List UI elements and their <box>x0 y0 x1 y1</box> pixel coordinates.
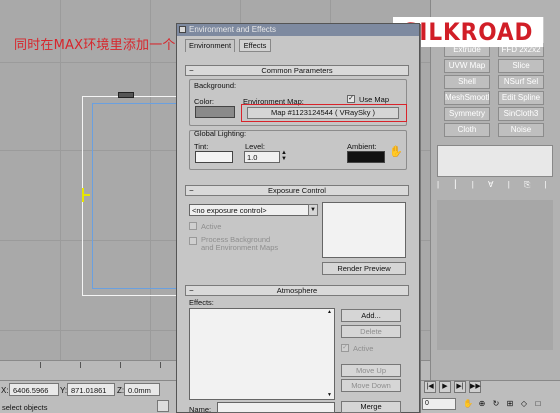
move-up-button[interactable]: Move Up <box>341 364 401 377</box>
tab-environment[interactable]: Environment <box>185 39 235 52</box>
play-icon[interactable]: ▶ <box>439 381 451 393</box>
modifier-button[interactable]: Noise <box>498 123 544 137</box>
exposure-active-checkbox[interactable] <box>189 222 197 230</box>
merge-button[interactable]: Merge <box>341 401 401 413</box>
field-of-view-icon[interactable]: ◇ <box>518 398 530 410</box>
timeline-tick <box>160 362 161 368</box>
use-map-label: Use Map <box>359 95 390 104</box>
modifier-button[interactable]: MeshSmooth <box>444 91 490 105</box>
highlight-box <box>241 104 407 122</box>
level-label: Level: <box>245 142 266 151</box>
orbit-icon[interactable]: ↻ <box>490 398 502 410</box>
x-label: X: <box>1 386 9 395</box>
rollout-title: Atmosphere <box>276 286 318 295</box>
z-coordinate-field[interactable]: 0.0mm <box>124 383 160 396</box>
modifier-button[interactable]: SinCloth3 <box>498 107 544 121</box>
process-background-checkbox[interactable] <box>189 237 197 245</box>
modifier-button[interactable]: Shell <box>444 75 490 89</box>
effects-label: Effects: <box>189 298 214 307</box>
modifier-button[interactable]: Edit Spline <box>498 91 544 105</box>
global-lighting-label: Global Lighting: <box>194 129 247 138</box>
background-label: Background: <box>194 81 237 90</box>
dialog-title: Environment and Effects <box>189 25 277 34</box>
exposure-control-dropdown[interactable]: <no exposure control> <box>189 204 317 216</box>
zoom-extents-icon[interactable]: ⊞ <box>504 398 516 410</box>
scroll-up-icon[interactable]: ▲ <box>327 309 332 315</box>
selection-lock-icon[interactable] <box>157 400 169 412</box>
common-parameters-rollout[interactable]: − Common Parameters <box>185 65 409 76</box>
render-preview-button[interactable]: Render Preview <box>322 262 406 275</box>
timeline-tick <box>120 362 121 368</box>
rollout-title: Exposure Control <box>268 186 326 195</box>
status-message: select objects <box>2 403 48 412</box>
x-coordinate-field[interactable]: 6406.5966 <box>9 383 59 396</box>
level-spinner-icon[interactable]: ▲ ▼ <box>281 150 287 162</box>
command-panel-rollout-area <box>437 200 553 350</box>
exposure-active-label: Active <box>201 222 222 231</box>
modifier-button[interactable]: Symmetry <box>444 107 490 121</box>
hand-cursor-icon: ✋ <box>389 146 403 158</box>
modifier-button[interactable]: NSurf Sel <box>498 75 544 89</box>
scroll-down-icon[interactable]: ▼ <box>327 392 332 398</box>
background-color-swatch[interactable] <box>195 106 235 118</box>
atmosphere-rollout[interactable]: − Atmosphere <box>185 285 409 296</box>
exposure-preview-area <box>322 202 406 258</box>
camera-gizmo[interactable] <box>118 92 134 98</box>
tab-effects[interactable]: Effects <box>239 39 271 52</box>
tint-label: Tint: <box>194 142 209 151</box>
stack-tool-icons[interactable]: | ⎮ | ∀ | ⎘ | ⌂ <box>437 180 560 190</box>
level-field[interactable]: 1.0 <box>244 151 280 163</box>
maximize-viewport-icon[interactable]: □ <box>532 398 544 410</box>
timeline-tick <box>40 362 41 368</box>
dialog-titlebar[interactable]: Environment and Effects <box>177 24 419 36</box>
max-app-icon <box>179 26 186 33</box>
modifier-button[interactable]: Slice <box>498 59 544 73</box>
ambient-label: Ambient: <box>347 142 377 151</box>
collapse-icon: − <box>189 186 194 195</box>
atmosphere-active-label: Active <box>353 344 374 353</box>
process-background-label-2: and Environment Maps <box>201 243 279 252</box>
pan-icon[interactable]: ✋ <box>462 398 474 410</box>
modifier-button[interactable]: UVW Map <box>444 59 490 73</box>
playback-controls: |◀ ▶ ▶| ▶▶ <box>422 381 560 395</box>
atmosphere-effects-list[interactable] <box>189 308 335 400</box>
environment-effects-dialog: Environment and Effects Environment Effe… <box>176 23 420 413</box>
timeline-tick <box>80 362 81 368</box>
collapse-icon: − <box>189 66 194 75</box>
color-label: Color: <box>194 97 215 106</box>
next-frame-icon[interactable]: ▶| <box>454 381 466 393</box>
collapse-icon: − <box>189 286 194 295</box>
zoom-icon[interactable]: ⊕ <box>476 398 488 410</box>
name-label: Name: <box>189 405 212 413</box>
grid-line <box>60 0 61 368</box>
rollout-title: Common Parameters <box>261 66 333 75</box>
use-map-checkbox[interactable]: ✓ <box>347 95 355 103</box>
scene-object-selected[interactable] <box>92 103 184 289</box>
tint-color-swatch[interactable] <box>195 151 233 163</box>
atmosphere-active-checkbox[interactable]: ✓ <box>341 344 349 352</box>
exposure-control-rollout[interactable]: − Exposure Control <box>185 185 409 196</box>
frame-field[interactable]: 0 <box>422 398 456 410</box>
transform-gizmo[interactable] <box>78 188 90 202</box>
ambient-color-swatch[interactable] <box>347 151 385 163</box>
modifier-button[interactable]: Cloth <box>444 123 490 137</box>
chevron-down-icon[interactable]: ▼ <box>308 204 318 216</box>
modifier-stack-list[interactable] <box>437 145 553 177</box>
go-to-start-icon[interactable]: |◀ <box>424 381 436 393</box>
go-to-end-icon[interactable]: ▶▶ <box>469 381 481 393</box>
move-down-button[interactable]: Move Down <box>341 379 401 392</box>
y-coordinate-field[interactable]: 871.01861 <box>67 383 115 396</box>
effect-name-field[interactable] <box>217 402 335 413</box>
delete-effect-button[interactable]: Delete <box>341 325 401 338</box>
add-effect-button[interactable]: Add... <box>341 309 401 322</box>
